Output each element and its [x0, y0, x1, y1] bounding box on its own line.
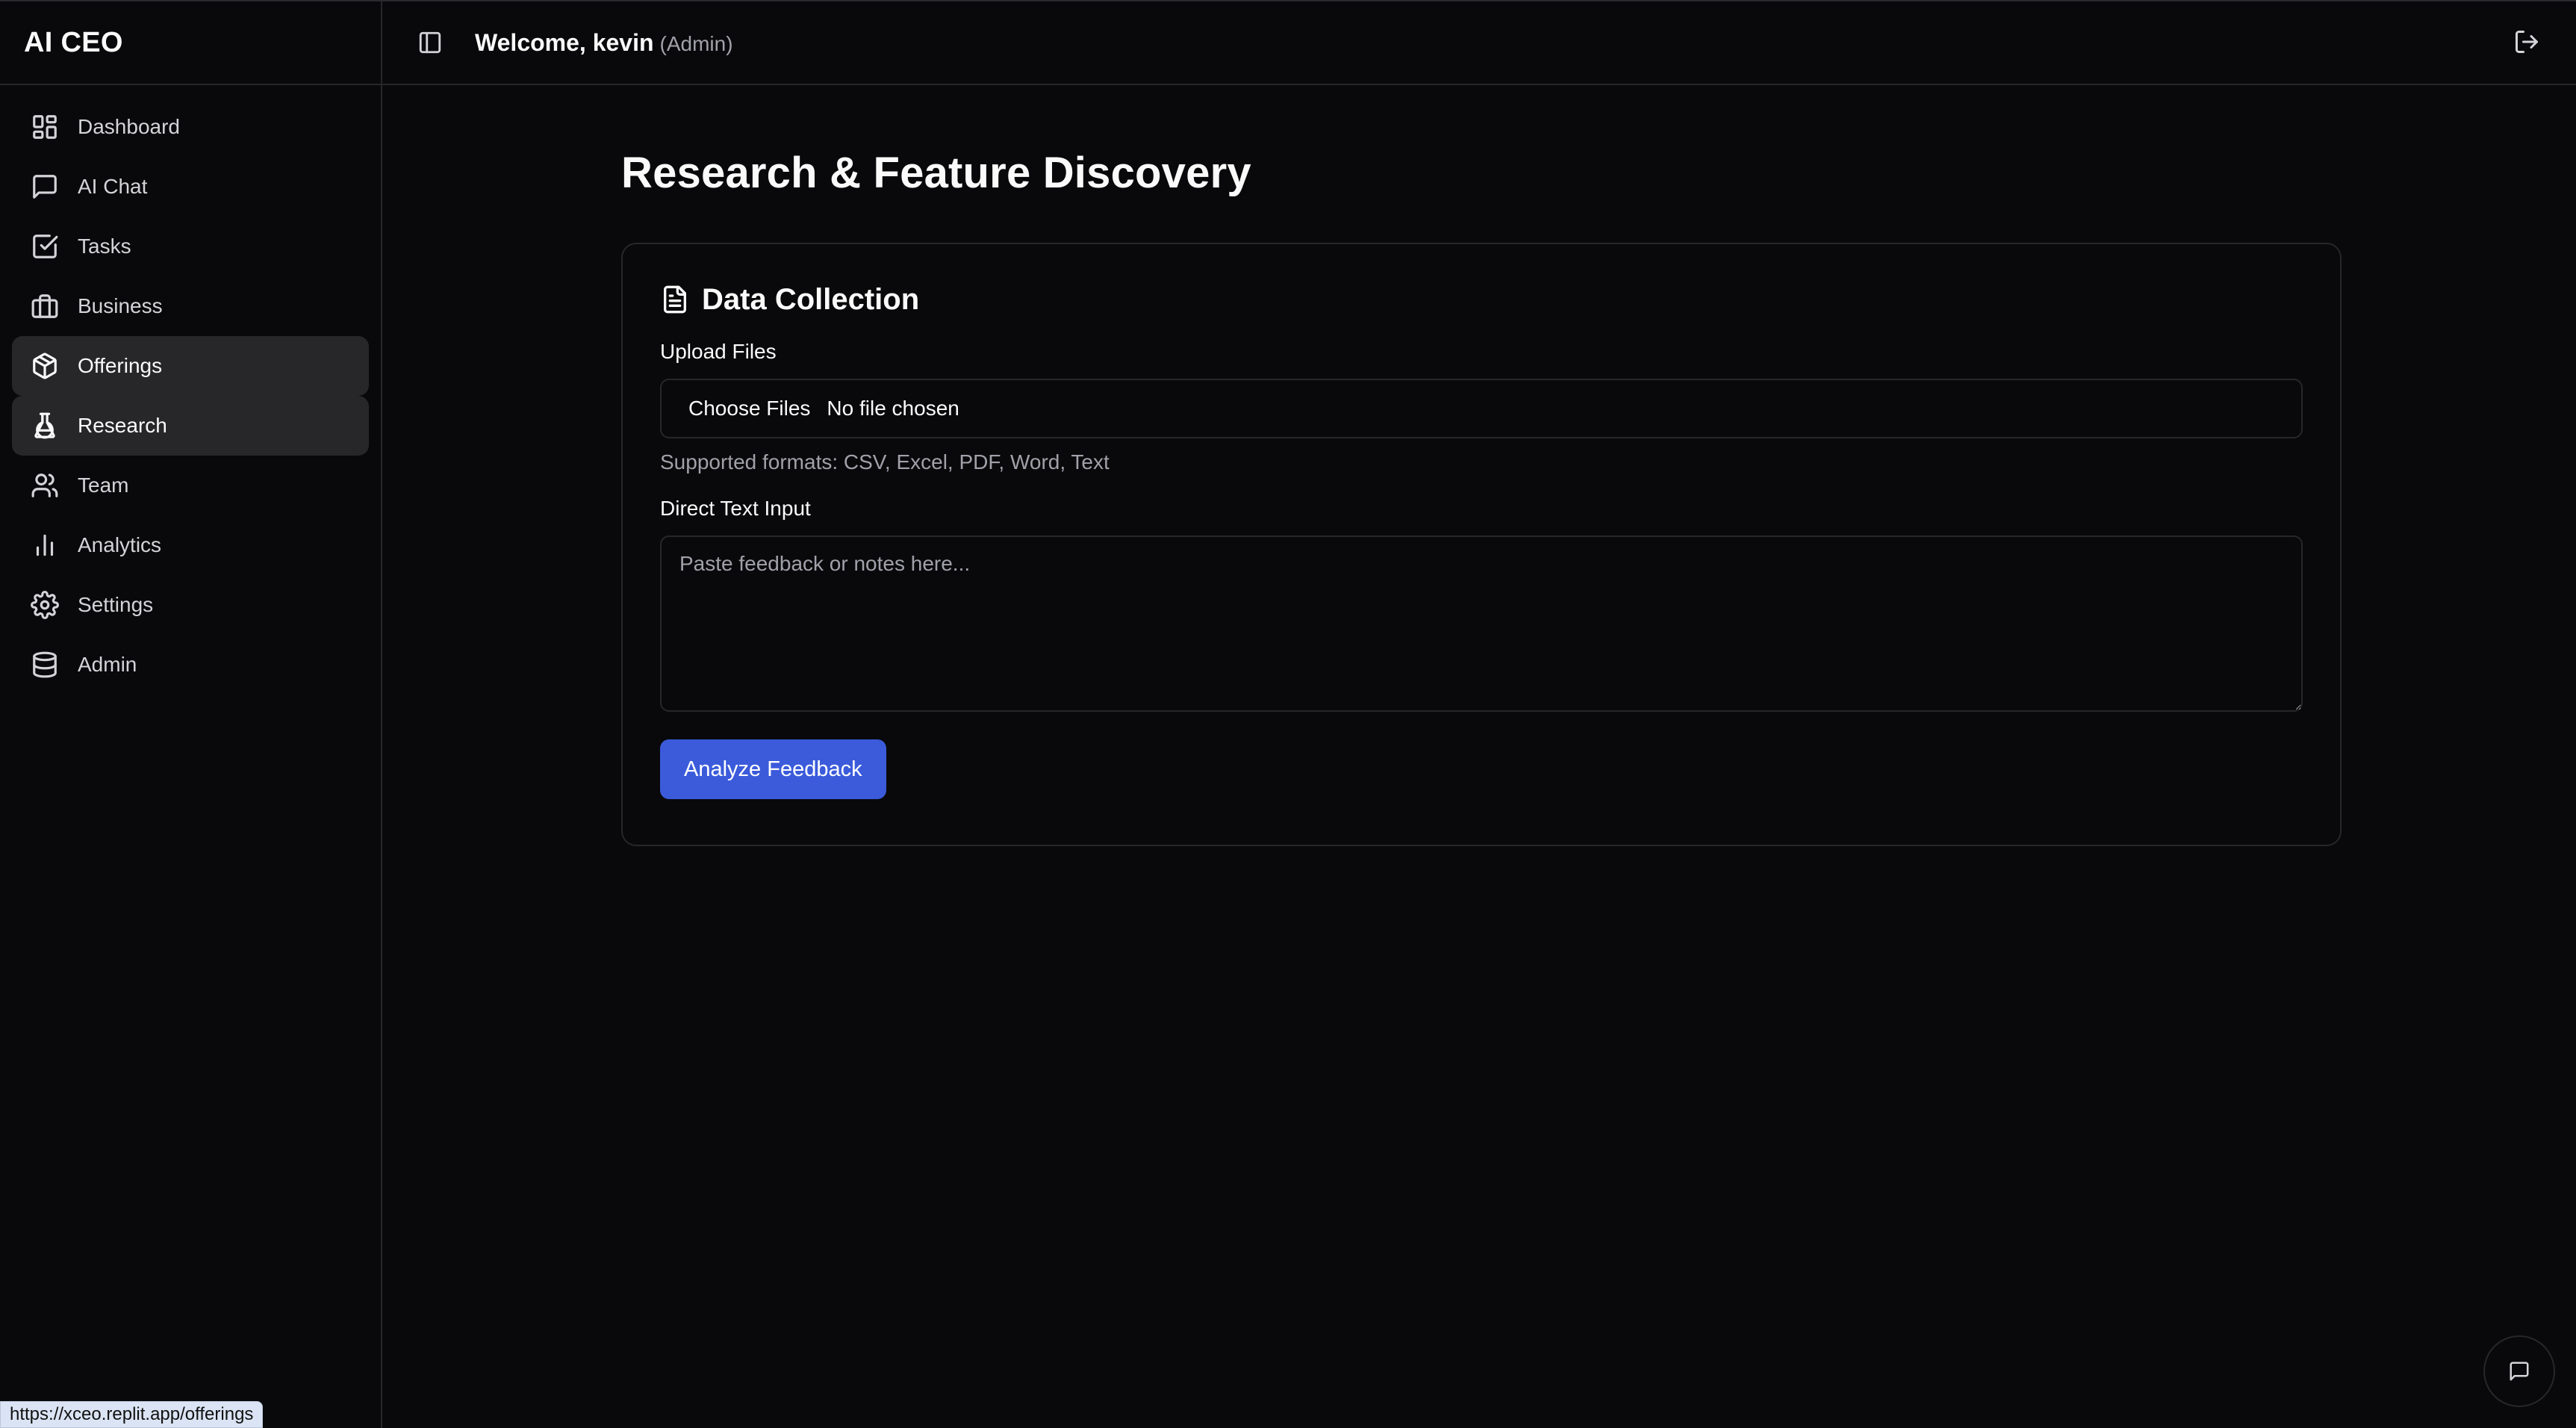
- sidebar-toggle-icon[interactable]: [415, 28, 445, 58]
- tasks-icon: [30, 232, 60, 261]
- sidebar-item-ai-chat[interactable]: AI Chat: [12, 157, 369, 217]
- upload-files-label: Upload Files: [660, 340, 777, 363]
- users-icon: [30, 471, 60, 500]
- analyze-feedback-button[interactable]: Analyze Feedback: [660, 739, 886, 799]
- sidebar-item-business[interactable]: Business: [12, 276, 369, 336]
- card-header: Data Collection: [660, 282, 2303, 317]
- file-upload-input[interactable]: Choose Files No file chosen: [660, 379, 2303, 438]
- sidebar-item-label: Admin: [78, 653, 137, 676]
- top-header: Welcome, kevin (Admin): [382, 1, 2576, 85]
- sidebar-item-label: Settings: [78, 593, 154, 616]
- package-icon: [30, 351, 60, 381]
- page-title: Research & Feature Discovery: [621, 149, 1251, 197]
- briefcase-icon: [30, 291, 60, 321]
- sidebar-item-analytics[interactable]: Analytics: [12, 515, 369, 575]
- sidebar-nav: Dashboard AI Chat Tasks Business Offerin…: [0, 85, 381, 707]
- sidebar-item-label: Offerings: [78, 354, 163, 377]
- welcome-text: Welcome, kevin: [475, 28, 654, 56]
- data-collection-card: Data Collection Upload Files Choose File…: [621, 243, 2342, 846]
- sidebar-item-offerings[interactable]: Offerings: [12, 336, 369, 396]
- database-icon: [30, 650, 60, 680]
- dashboard-icon: [30, 112, 60, 142]
- sidebar-item-label: Team: [78, 474, 129, 497]
- chat-fab-button[interactable]: [2483, 1335, 2555, 1407]
- main-content: Research & Feature Discovery Data Collec…: [621, 85, 2342, 846]
- direct-text-input-label: Direct Text Input: [660, 497, 811, 520]
- sidebar-item-admin[interactable]: Admin: [12, 635, 369, 695]
- app-root: AI CEO Dashboard AI Chat Tasks Business …: [0, 0, 2576, 1428]
- sidebar-item-label: Dashboard: [78, 115, 180, 138]
- file-text-icon: [664, 285, 686, 314]
- supported-formats-hint: Supported formats: CSV, Excel, PDF, Word…: [660, 450, 1110, 474]
- sidebar-item-research[interactable]: Research: [12, 396, 369, 456]
- card-title: Data Collection: [702, 282, 920, 316]
- feedback-textarea[interactable]: [660, 536, 2303, 712]
- sidebar-item-tasks[interactable]: Tasks: [12, 217, 369, 276]
- choose-files-button[interactable]: Choose Files: [688, 397, 810, 420]
- sidebar-item-team[interactable]: Team: [12, 456, 369, 515]
- file-status: No file chosen: [827, 397, 959, 420]
- sidebar-item-label: Business: [78, 294, 163, 317]
- bar-chart-icon: [30, 530, 60, 560]
- sidebar-item-label: AI Chat: [78, 175, 148, 198]
- sidebar-item-label: Tasks: [78, 235, 131, 258]
- message-icon: [2510, 1362, 2529, 1381]
- brand-logo[interactable]: AI CEO: [0, 1, 381, 85]
- user-role: (Admin): [659, 31, 733, 55]
- gear-icon: [30, 590, 60, 620]
- chat-icon: [30, 172, 60, 202]
- sidebar: AI CEO Dashboard AI Chat Tasks Business …: [0, 1, 382, 1428]
- sidebar-item-settings[interactable]: Settings: [12, 575, 369, 635]
- sidebar-item-label: Research: [78, 414, 167, 437]
- logout-icon[interactable]: [2513, 28, 2543, 58]
- welcome-message: Welcome, kevin (Admin): [475, 29, 733, 57]
- sidebar-item-dashboard[interactable]: Dashboard: [12, 97, 369, 157]
- flask-icon: [30, 411, 60, 441]
- sidebar-item-label: Analytics: [78, 533, 162, 556]
- status-bar-url: https://xceo.replit.app/offerings: [0, 1401, 264, 1428]
